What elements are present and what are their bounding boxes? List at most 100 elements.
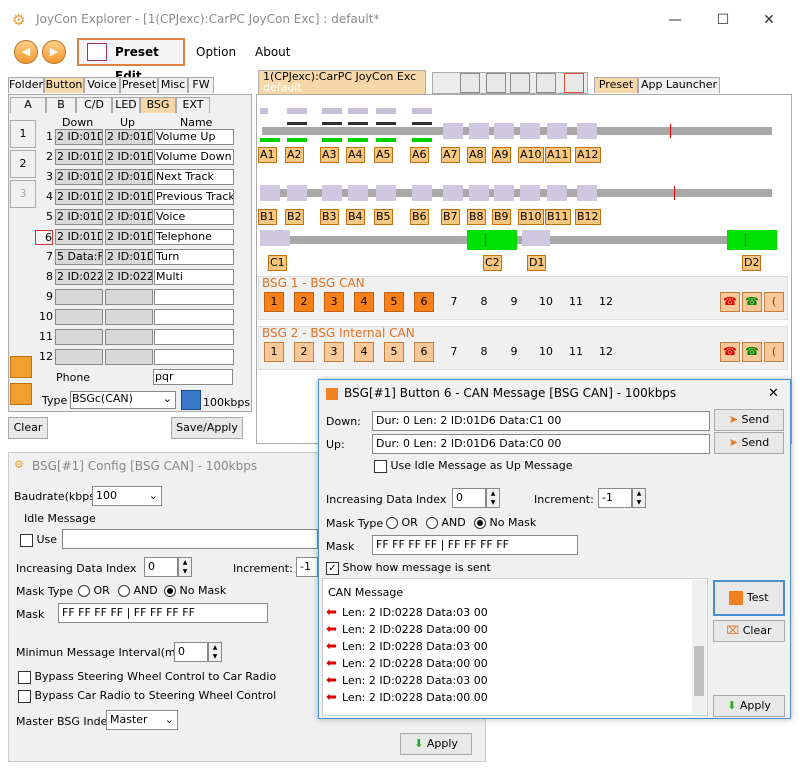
- radio-no-mask[interactable]: No Mask: [164, 584, 226, 597]
- min-interval-spinner[interactable]: ▲ ▼: [208, 642, 222, 662]
- bsg2-button-4[interactable]: 4: [354, 342, 374, 362]
- upload-icon[interactable]: [10, 356, 32, 378]
- bsg1-button-1[interactable]: 1: [264, 292, 284, 312]
- phone-input[interactable]: pqr: [153, 369, 233, 385]
- bsg2-button-5[interactable]: 5: [384, 342, 404, 362]
- bsg1-button-7[interactable]: 7: [444, 292, 464, 312]
- name-cell[interactable]: [154, 349, 234, 365]
- label-c2[interactable]: C2: [483, 255, 502, 271]
- side-tab-2[interactable]: 2: [10, 150, 36, 178]
- name-cell[interactable]: Volume Up: [154, 129, 234, 145]
- close-button[interactable]: ✕: [754, 10, 784, 30]
- config-apply-button[interactable]: ⬇ Apply: [400, 733, 472, 755]
- down-cell[interactable]: 2 ID:01D6: [55, 129, 103, 145]
- tab-folder[interactable]: Folder: [8, 77, 44, 93]
- up-cell[interactable]: 2 ID:0228: [105, 269, 153, 285]
- dlg-radio-and[interactable]: AND: [426, 516, 466, 529]
- label-b8[interactable]: B8: [467, 209, 486, 225]
- subtab-b[interactable]: B: [46, 97, 76, 113]
- dlg-clear-button[interactable]: ⌧ Clear: [713, 620, 785, 642]
- bsg1-button-2[interactable]: 2: [294, 292, 314, 312]
- label-b5[interactable]: B5: [374, 209, 393, 225]
- radio-and[interactable]: AND: [118, 584, 158, 597]
- use-idle-checkbox[interactable]: Use Idle Message as Up Message: [374, 459, 573, 473]
- can-row[interactable]: Len: 2 ID:0228 Data:03 00: [342, 606, 488, 619]
- down-cell[interactable]: [55, 329, 103, 345]
- down-cell[interactable]: 2 ID:01D6: [55, 189, 103, 205]
- bsg1-button-12[interactable]: 12: [594, 292, 618, 312]
- label-a2[interactable]: A2: [285, 147, 304, 163]
- bsg1-button-10[interactable]: 10: [534, 292, 558, 312]
- name-cell[interactable]: Voice: [154, 209, 234, 225]
- up-cell[interactable]: 2 ID:01D6: [105, 129, 153, 145]
- hangup-icon-2[interactable]: ☎: [720, 342, 740, 362]
- up-cell[interactable]: 2 ID:01D6: [105, 249, 153, 265]
- label-b3[interactable]: B3: [320, 209, 339, 225]
- inc-index-spinner[interactable]: ▲ ▼: [178, 557, 192, 577]
- up-cell[interactable]: 2 ID:01D6: [105, 209, 153, 225]
- back-button[interactable]: ◀: [14, 40, 38, 64]
- down-cell[interactable]: [55, 349, 103, 365]
- dlg-inc-index-spinner[interactable]: ▲ ▼: [486, 488, 500, 508]
- up-cell[interactable]: [105, 309, 153, 325]
- name-cell[interactable]: Telephone: [154, 229, 234, 245]
- label-b12[interactable]: B12: [575, 209, 601, 225]
- preset-edit-button[interactable]: Preset Edit: [77, 38, 185, 83]
- label-c1[interactable]: C1: [268, 255, 287, 271]
- send-up-button[interactable]: ➤ Send: [714, 432, 784, 454]
- name-cell[interactable]: [154, 289, 234, 305]
- download-icon[interactable]: [10, 383, 32, 405]
- bypass1-checkbox[interactable]: Bypass Steering Wheel Control to Car Rad…: [18, 670, 276, 684]
- down-cell[interactable]: 2 ID:0228: [55, 269, 103, 285]
- side-tab-3[interactable]: 3: [10, 180, 36, 208]
- label-a7[interactable]: A7: [441, 147, 460, 163]
- bsg1-button-5[interactable]: 5: [384, 292, 404, 312]
- bsg2-button-7[interactable]: 7: [444, 342, 464, 362]
- bsg1-button-9[interactable]: 9: [504, 292, 524, 312]
- down-cell[interactable]: 2 ID:01D6: [55, 149, 103, 165]
- dlg-radio-or[interactable]: OR: [386, 516, 418, 529]
- call-icon[interactable]: ☎: [742, 292, 762, 312]
- menu-option[interactable]: Option: [196, 45, 236, 59]
- label-b6[interactable]: B6: [410, 209, 429, 225]
- hangup-icon[interactable]: ☎: [720, 292, 740, 312]
- can-row[interactable]: Len: 2 ID:0228 Data:03 00: [342, 674, 488, 687]
- label-a8[interactable]: A8: [467, 147, 486, 163]
- name-cell[interactable]: Next Track: [154, 169, 234, 185]
- tab-preset[interactable]: Preset: [120, 77, 158, 93]
- dlg-inc-index-input[interactable]: 0: [452, 488, 486, 508]
- increment-input[interactable]: -1: [296, 557, 318, 577]
- marker-d2[interactable]: [745, 233, 753, 247]
- label-a12[interactable]: A12: [575, 147, 601, 163]
- window-icon[interactable]: [510, 73, 530, 93]
- label-b4[interactable]: B4: [346, 209, 365, 225]
- bypass2-checkbox[interactable]: Bypass Car Radio to Steering Wheel Contr…: [18, 689, 276, 703]
- radio-or[interactable]: OR: [78, 584, 110, 597]
- can-row[interactable]: Len: 2 ID:0228 Data:00 00: [342, 657, 488, 670]
- inc-index-input[interactable]: 0: [144, 557, 178, 577]
- bsg1-button-3[interactable]: 3: [324, 292, 344, 312]
- up-cell[interactable]: [105, 349, 153, 365]
- label-b10[interactable]: B10: [518, 209, 544, 225]
- use-checkbox[interactable]: Use: [20, 533, 57, 547]
- down-cell[interactable]: [55, 289, 103, 305]
- up-cell[interactable]: 2 ID:01D6: [105, 229, 153, 245]
- up-input[interactable]: Dur: 0 Len: 2 ID:01D6 Data:C0 00: [372, 434, 710, 454]
- down-cell[interactable]: 2 ID:01D6: [55, 229, 103, 245]
- down-cell[interactable]: 2 ID:01D6: [55, 209, 103, 225]
- label-a5[interactable]: A5: [374, 147, 393, 163]
- baudrate-select[interactable]: 100 ⌄: [92, 486, 162, 506]
- type-select[interactable]: BSGc(CAN) ⌄: [70, 391, 176, 409]
- label-d2[interactable]: D2: [742, 255, 762, 271]
- bsg2-button-12[interactable]: 12: [594, 342, 618, 362]
- up-cell[interactable]: [105, 329, 153, 345]
- send-down-button[interactable]: ➤ Send: [714, 409, 784, 431]
- label-b9[interactable]: B9: [492, 209, 511, 225]
- label-a3[interactable]: A3: [320, 147, 339, 163]
- tab-preset[interactable]: Preset: [594, 77, 638, 93]
- can-row[interactable]: Len: 2 ID:0228 Data:00 00: [342, 691, 488, 704]
- label-a4[interactable]: A4: [346, 147, 365, 163]
- name-cell[interactable]: Turn: [154, 249, 234, 265]
- up-cell[interactable]: 2 ID:01D6: [105, 149, 153, 165]
- up-cell[interactable]: 2 ID:01D6: [105, 189, 153, 205]
